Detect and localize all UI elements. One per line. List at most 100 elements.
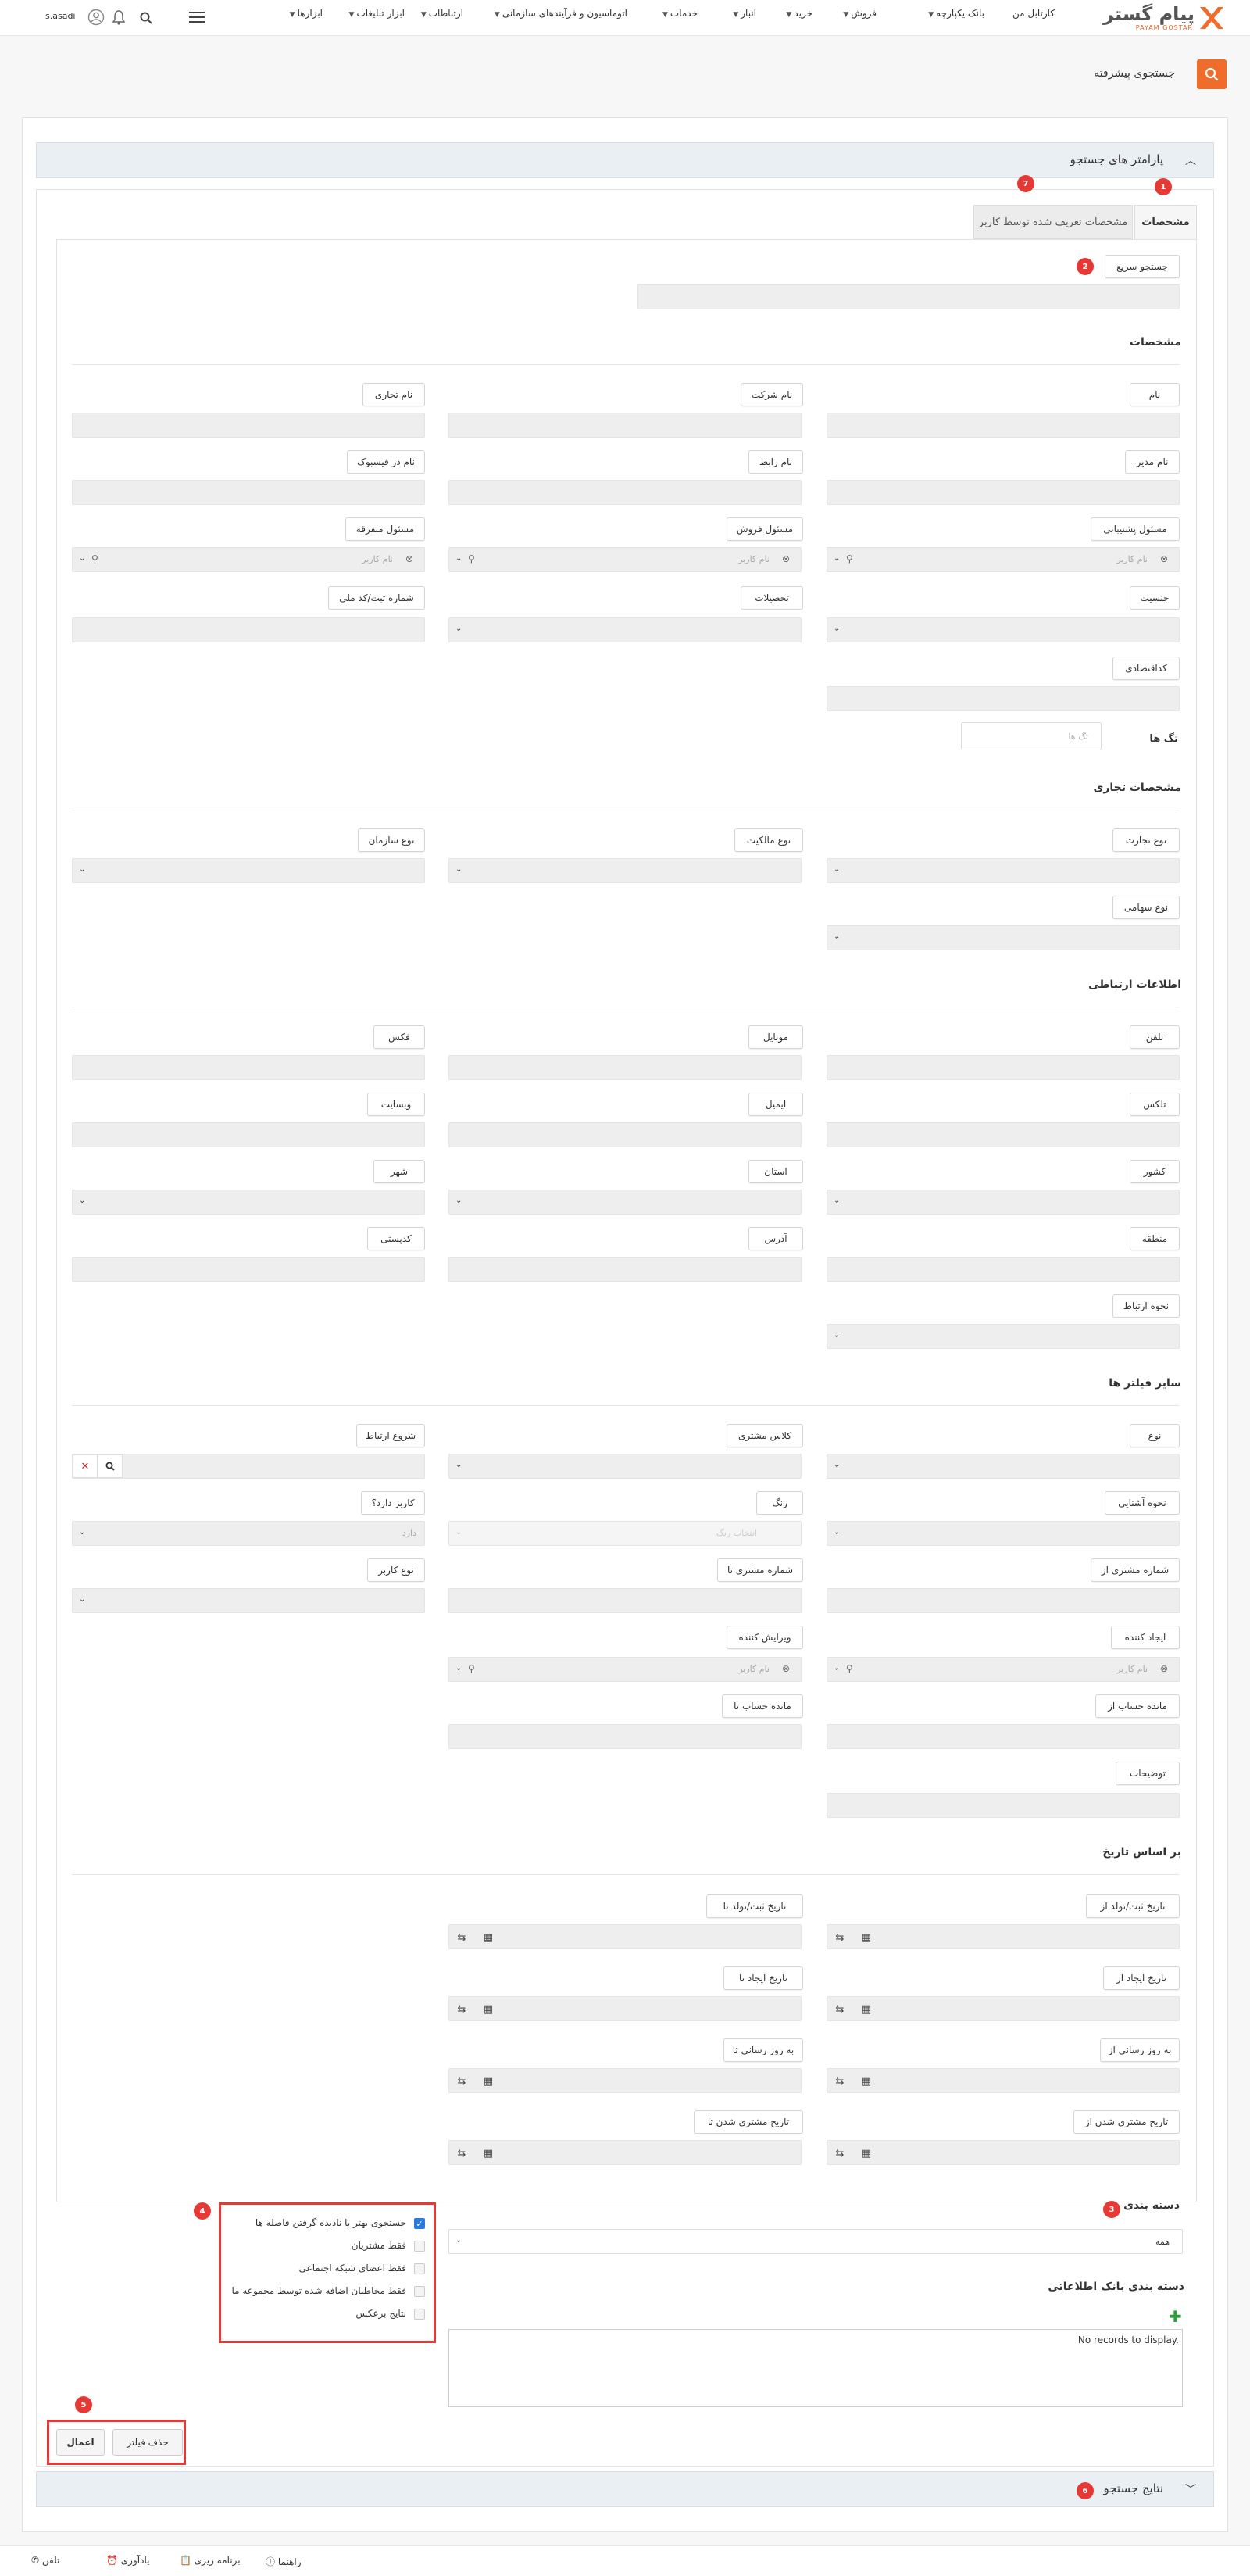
balance-to-input[interactable] bbox=[448, 1724, 802, 1749]
nav-purchase[interactable]: خرید▼ bbox=[786, 8, 812, 25]
email-input[interactable] bbox=[448, 1122, 802, 1147]
customer-number-to-input[interactable] bbox=[448, 1588, 802, 1613]
clear-circle-icon[interactable]: ⊗ bbox=[782, 553, 790, 564]
search-icon[interactable]: ⚲ bbox=[846, 553, 853, 564]
economic-code-input[interactable] bbox=[827, 686, 1180, 711]
calendar-icon[interactable]: ▦ bbox=[854, 2069, 879, 2094]
swap-arrows-icon[interactable]: ⇆ bbox=[449, 1997, 474, 2022]
swap-arrows-icon[interactable]: ⇆ bbox=[827, 2141, 852, 2166]
user-type-select[interactable]: ⌄ bbox=[72, 1588, 425, 1613]
website-input[interactable] bbox=[72, 1122, 425, 1147]
nav-tools[interactable]: ابزارها▼ bbox=[290, 8, 323, 25]
region-input[interactable] bbox=[827, 1257, 1180, 1282]
search-icon[interactable]: ⚲ bbox=[91, 553, 98, 564]
clear-x-icon[interactable]: ✕ bbox=[73, 1454, 98, 1478]
swap-arrows-icon[interactable]: ⇆ bbox=[827, 2069, 852, 2094]
bottom-planning[interactable]: برنامه ریزی 📋 bbox=[180, 2555, 241, 2566]
fax-input[interactable] bbox=[72, 1055, 425, 1080]
education-select[interactable]: ⌄ bbox=[448, 617, 802, 642]
liaison-name-input[interactable] bbox=[448, 480, 802, 505]
name-input[interactable] bbox=[827, 413, 1180, 438]
support-owner-picker[interactable]: ⌄ ⚲ نام کاربر ⊗ bbox=[827, 547, 1180, 572]
company-name-input[interactable] bbox=[448, 413, 802, 438]
user-avatar-icon[interactable] bbox=[88, 9, 105, 26]
editor-picker[interactable]: ⌄ ⚲ نام کاربر ⊗ bbox=[448, 1657, 802, 1682]
calendar-icon[interactable]: ▦ bbox=[854, 1925, 879, 1950]
clear-circle-icon[interactable]: ⊗ bbox=[1160, 553, 1168, 564]
quick-search-input[interactable] bbox=[638, 284, 1180, 309]
update-date-to-input[interactable]: ⇆ ▦ bbox=[448, 2068, 802, 2093]
calendar-icon[interactable]: ▦ bbox=[476, 1925, 501, 1950]
hamburger-menu-icon[interactable] bbox=[189, 11, 205, 23]
province-select[interactable]: ⌄ bbox=[448, 1190, 802, 1215]
address-input[interactable] bbox=[448, 1257, 802, 1282]
organization-type-select[interactable]: ⌄ bbox=[72, 858, 425, 883]
misc-owner-picker[interactable]: ⌄ ⚲ نام کاربر ⊗ bbox=[72, 547, 425, 572]
swap-arrows-icon[interactable]: ⇆ bbox=[827, 1925, 852, 1950]
ownership-type-select[interactable]: ⌄ bbox=[448, 858, 802, 883]
create-date-to-input[interactable]: ⇆ ▦ bbox=[448, 1996, 802, 2021]
search-icon[interactable]: ⚲ bbox=[846, 1663, 853, 1674]
phone-input[interactable] bbox=[827, 1055, 1180, 1080]
add-plus-icon[interactable]: ✚ bbox=[1169, 2307, 1182, 2326]
share-type-select[interactable]: ⌄ bbox=[827, 925, 1180, 950]
facebook-name-input[interactable] bbox=[72, 480, 425, 505]
clear-circle-icon[interactable]: ⊗ bbox=[782, 1663, 790, 1674]
manager-name-input[interactable] bbox=[827, 480, 1180, 505]
search-icon[interactable]: ⚲ bbox=[468, 1663, 475, 1674]
country-select[interactable]: ⌄ bbox=[827, 1190, 1180, 1215]
search-button[interactable] bbox=[98, 1454, 123, 1478]
type-select[interactable]: ⌄ bbox=[827, 1454, 1180, 1479]
customer-date-from-input[interactable]: ⇆ ▦ bbox=[827, 2140, 1180, 2165]
search-params-header[interactable]: ︿ پارامتر های جستجو bbox=[36, 142, 1214, 178]
nav-ad-tools[interactable]: ابزار تبلیغات▼ bbox=[349, 8, 405, 25]
calendar-icon[interactable]: ▦ bbox=[476, 1997, 501, 2022]
calendar-icon[interactable]: ▦ bbox=[476, 2141, 501, 2166]
telex-input[interactable] bbox=[827, 1122, 1180, 1147]
reg-date-from-input[interactable]: ⇆ ▦ bbox=[827, 1924, 1180, 1949]
nav-warehouse[interactable]: انبار▼ bbox=[733, 8, 756, 25]
tab-specifications[interactable]: مشخصات bbox=[1134, 205, 1197, 239]
has-user-select[interactable]: ⌄ دارد bbox=[72, 1521, 425, 1546]
nav-my-cartable[interactable]: کارتابل من bbox=[1012, 8, 1055, 25]
nav-automation[interactable]: اتوماسیون و فرآیندهای سازمانی▼ bbox=[495, 8, 627, 25]
swap-arrows-icon[interactable]: ⇆ bbox=[449, 2141, 474, 2166]
nav-communications[interactable]: ارتباطات▼ bbox=[421, 8, 463, 25]
city-select[interactable]: ⌄ bbox=[72, 1190, 425, 1215]
nav-unified-bank[interactable]: بانک یکپارچه▼ bbox=[928, 8, 984, 25]
color-select[interactable]: ⌄ انتخاب رنگ bbox=[448, 1521, 802, 1546]
category-select[interactable]: ⌄ همه bbox=[448, 2229, 1183, 2254]
customer-date-to-input[interactable]: ⇆ ▦ bbox=[448, 2140, 802, 2165]
clear-circle-icon[interactable]: ⊗ bbox=[405, 553, 413, 564]
balance-from-input[interactable] bbox=[827, 1724, 1180, 1749]
trade-type-select[interactable]: ⌄ bbox=[827, 858, 1180, 883]
calendar-icon[interactable]: ▦ bbox=[854, 2141, 879, 2166]
search-icon[interactable] bbox=[140, 12, 152, 24]
contact-method-select[interactable]: ⌄ bbox=[827, 1324, 1180, 1349]
start-contact-input[interactable]: ✕ bbox=[72, 1454, 425, 1479]
nav-sales[interactable]: فروش▼ bbox=[843, 8, 877, 25]
customer-number-from-input[interactable] bbox=[827, 1588, 1180, 1613]
clear-circle-icon[interactable]: ⊗ bbox=[1160, 1663, 1168, 1674]
bottom-help[interactable]: راهنما ⓘ bbox=[266, 2555, 302, 2568]
acquaintance-select[interactable]: ⌄ bbox=[827, 1521, 1180, 1546]
mobile-input[interactable] bbox=[448, 1055, 802, 1080]
creator-picker[interactable]: ⌄ ⚲ نام کاربر ⊗ bbox=[827, 1657, 1180, 1682]
bottom-phone[interactable]: تلفن ✆ bbox=[31, 2555, 59, 2566]
trade-name-input[interactable] bbox=[72, 413, 425, 438]
calendar-icon[interactable]: ▦ bbox=[854, 1997, 879, 2022]
update-date-from-input[interactable]: ⇆ ▦ bbox=[827, 2068, 1180, 2093]
nav-services[interactable]: خدمات▼ bbox=[662, 8, 698, 25]
reg-date-to-input[interactable]: ⇆ ▦ bbox=[448, 1924, 802, 1949]
notes-input[interactable] bbox=[827, 1793, 1180, 1818]
swap-arrows-icon[interactable]: ⇆ bbox=[449, 1925, 474, 1950]
registration-number-input[interactable] bbox=[72, 617, 425, 642]
bell-icon[interactable] bbox=[112, 9, 126, 25]
tags-input[interactable]: تگ ها bbox=[961, 722, 1102, 750]
calendar-icon[interactable]: ▦ bbox=[476, 2069, 501, 2094]
sales-owner-picker[interactable]: ⌄ ⚲ نام کاربر ⊗ bbox=[448, 547, 802, 572]
postal-code-input[interactable] bbox=[72, 1257, 425, 1282]
create-date-from-input[interactable]: ⇆ ▦ bbox=[827, 1996, 1180, 2021]
gender-select[interactable]: ⌄ bbox=[827, 617, 1180, 642]
search-icon[interactable]: ⚲ bbox=[468, 553, 475, 564]
